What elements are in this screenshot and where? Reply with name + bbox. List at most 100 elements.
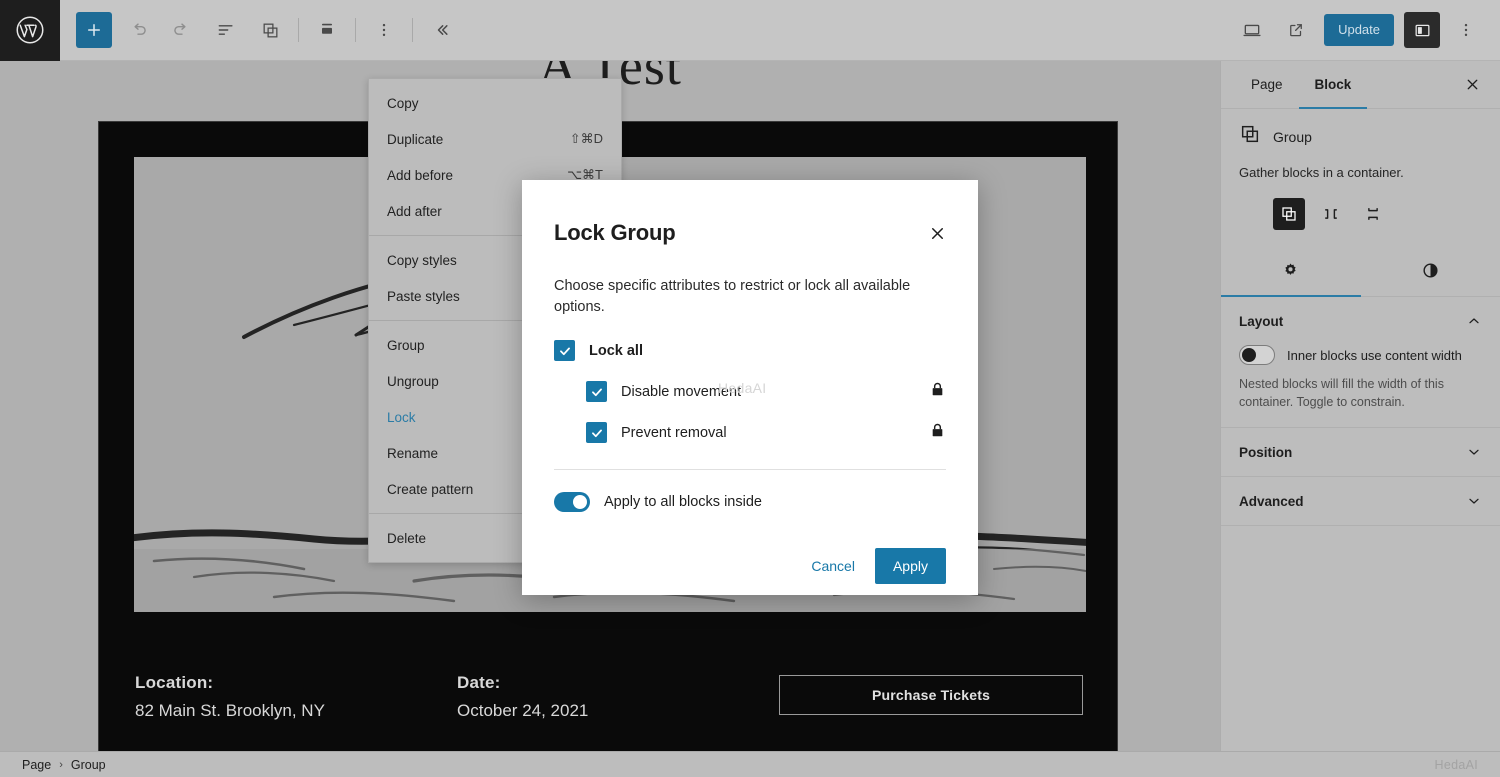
apply-button[interactable]: Apply [875, 548, 946, 584]
lock-icon [929, 421, 946, 445]
document-overview-button[interactable] [208, 12, 244, 48]
apply-inside-toggle[interactable] [554, 492, 590, 512]
modal-divider [554, 469, 946, 470]
location-label: Location: [135, 673, 325, 693]
editor-footer-bar: Page › Group HedaAI [0, 751, 1500, 777]
footer-watermark: HedaAI [1435, 758, 1479, 772]
cancel-button[interactable]: Cancel [797, 549, 869, 583]
modal-header: Lock Group [554, 220, 946, 248]
inner-blocks-toggle-row[interactable]: Inner blocks use content width [1239, 345, 1482, 365]
wordpress-block-editor: Update A Test [0, 0, 1500, 777]
close-icon[interactable] [922, 218, 952, 248]
variation-group-icon[interactable] [1273, 198, 1305, 230]
preview-desktop-button[interactable] [1234, 12, 1270, 48]
chevron-down-icon[interactable] [1466, 444, 1482, 460]
tab-page[interactable]: Page [1235, 61, 1299, 109]
tab-styles[interactable] [1361, 250, 1500, 296]
variation-stack-icon[interactable] [1357, 198, 1389, 230]
modal-description: Choose specific attributes to restrict o… [554, 276, 946, 318]
ctx-item-label: Add before [387, 168, 453, 183]
chevron-down-icon[interactable] [1466, 493, 1482, 509]
location-value[interactable]: 82 Main St. Brooklyn, NY [135, 701, 325, 721]
prevent-removal-label: Prevent removal [621, 425, 727, 441]
breadcrumb-item-group[interactable]: Group [71, 758, 106, 772]
modal-title: Lock Group [554, 220, 675, 246]
block-settings-sidebar: Page Block Group Gather blocks in a cont… [1220, 61, 1500, 751]
lock-group-modal: Lock Group Choose specific attributes to… [522, 180, 978, 595]
lock-all-checkbox[interactable] [554, 340, 575, 361]
inner-blocks-help-text: Nested blocks will fill the width of thi… [1239, 375, 1482, 411]
modal-watermark: HedaAI [718, 380, 767, 396]
section-position-header[interactable]: Position [1239, 444, 1482, 460]
gear-icon [1281, 261, 1300, 285]
editor-header-toolbar: Update [0, 0, 1500, 61]
prevent-removal-row[interactable]: Prevent removal [586, 422, 946, 443]
view-external-button[interactable] [1278, 12, 1314, 48]
ctx-item-shortcut: ⇧⌘D [570, 131, 603, 147]
toggle-sidebar-button[interactable] [1404, 12, 1440, 48]
add-block-button[interactable] [76, 12, 112, 48]
ctx-item-label: Copy [387, 96, 419, 111]
disable-movement-checkbox[interactable] [586, 381, 607, 402]
toolbar-divider-1 [298, 18, 299, 42]
ctx-item-label: Group [387, 338, 425, 353]
ctx-item-label: Paste styles [387, 289, 460, 304]
ctx-item-label: Lock [387, 410, 416, 425]
location-column: Location: 82 Main St. Brooklyn, NY [135, 673, 325, 721]
block-description: Gather blocks in a container. [1239, 164, 1482, 182]
date-value[interactable]: October 24, 2021 [457, 701, 588, 721]
wordpress-logo-button[interactable] [0, 0, 60, 61]
save-button[interactable] [309, 12, 345, 48]
lock-all-label: Lock all [589, 343, 643, 359]
ctx-item-label: Rename [387, 446, 438, 461]
apply-inside-toggle-row[interactable]: Apply to all blocks inside [554, 492, 946, 512]
date-column: Date: October 24, 2021 [457, 673, 588, 721]
ctx-item-label: Add after [387, 204, 442, 219]
tab-block[interactable]: Block [1299, 61, 1368, 109]
collapse-toolbar-button[interactable] [423, 12, 459, 48]
header-right-tools: Update [1230, 12, 1500, 48]
inner-blocks-label: Inner blocks use content width [1287, 348, 1462, 363]
chevron-up-icon[interactable] [1466, 313, 1482, 329]
sidebar-tabs: Page Block [1221, 61, 1500, 109]
redo-button[interactable] [164, 12, 200, 48]
event-meta-row: Location: 82 Main St. Brooklyn, NY Date:… [135, 673, 1083, 747]
inner-blocks-toggle[interactable] [1239, 345, 1275, 365]
section-title: Position [1239, 445, 1292, 460]
block-card: Group Gather blocks in a container. [1221, 109, 1500, 230]
close-icon[interactable] [1458, 71, 1486, 99]
editor-options-button[interactable] [366, 12, 402, 48]
more-options-button[interactable] [1448, 12, 1484, 48]
ctx-item-duplicate[interactable]: Duplicate ⇧⌘D [369, 121, 621, 157]
ctx-item-label: Delete [387, 531, 426, 546]
tab-settings[interactable] [1221, 250, 1361, 296]
section-advanced-header[interactable]: Advanced [1239, 493, 1482, 509]
ctx-item-label: Create pattern [387, 482, 473, 497]
contrast-icon [1421, 261, 1440, 285]
ctx-item-label: Copy styles [387, 253, 457, 268]
purchase-tickets-button[interactable]: Purchase Tickets [779, 675, 1083, 715]
section-layout-header[interactable]: Layout [1239, 313, 1482, 329]
wordpress-logo-icon [15, 15, 45, 45]
section-title: Advanced [1239, 494, 1304, 509]
section-position[interactable]: Position [1221, 428, 1500, 477]
modal-actions: Cancel Apply [554, 548, 946, 584]
ctx-item-copy[interactable]: Copy [369, 85, 621, 121]
block-tools-button[interactable] [252, 12, 288, 48]
lock-icon [929, 380, 946, 404]
toolbar-divider-3 [412, 18, 413, 42]
update-button[interactable]: Update [1324, 14, 1394, 46]
group-block-icon [1239, 123, 1261, 150]
block-variations [1239, 198, 1482, 230]
date-label: Date: [457, 673, 588, 693]
lock-all-checkbox-row[interactable]: Lock all [554, 340, 946, 361]
undo-button[interactable] [120, 12, 156, 48]
ctx-item-label: Duplicate [387, 132, 443, 147]
block-name: Group [1273, 129, 1312, 145]
breadcrumb: Page › Group [22, 758, 106, 772]
breadcrumb-item-page[interactable]: Page [22, 758, 51, 772]
section-advanced[interactable]: Advanced [1221, 477, 1500, 526]
sidebar-icon-tabs [1221, 250, 1500, 297]
variation-row-icon[interactable] [1315, 198, 1347, 230]
prevent-removal-checkbox[interactable] [586, 422, 607, 443]
